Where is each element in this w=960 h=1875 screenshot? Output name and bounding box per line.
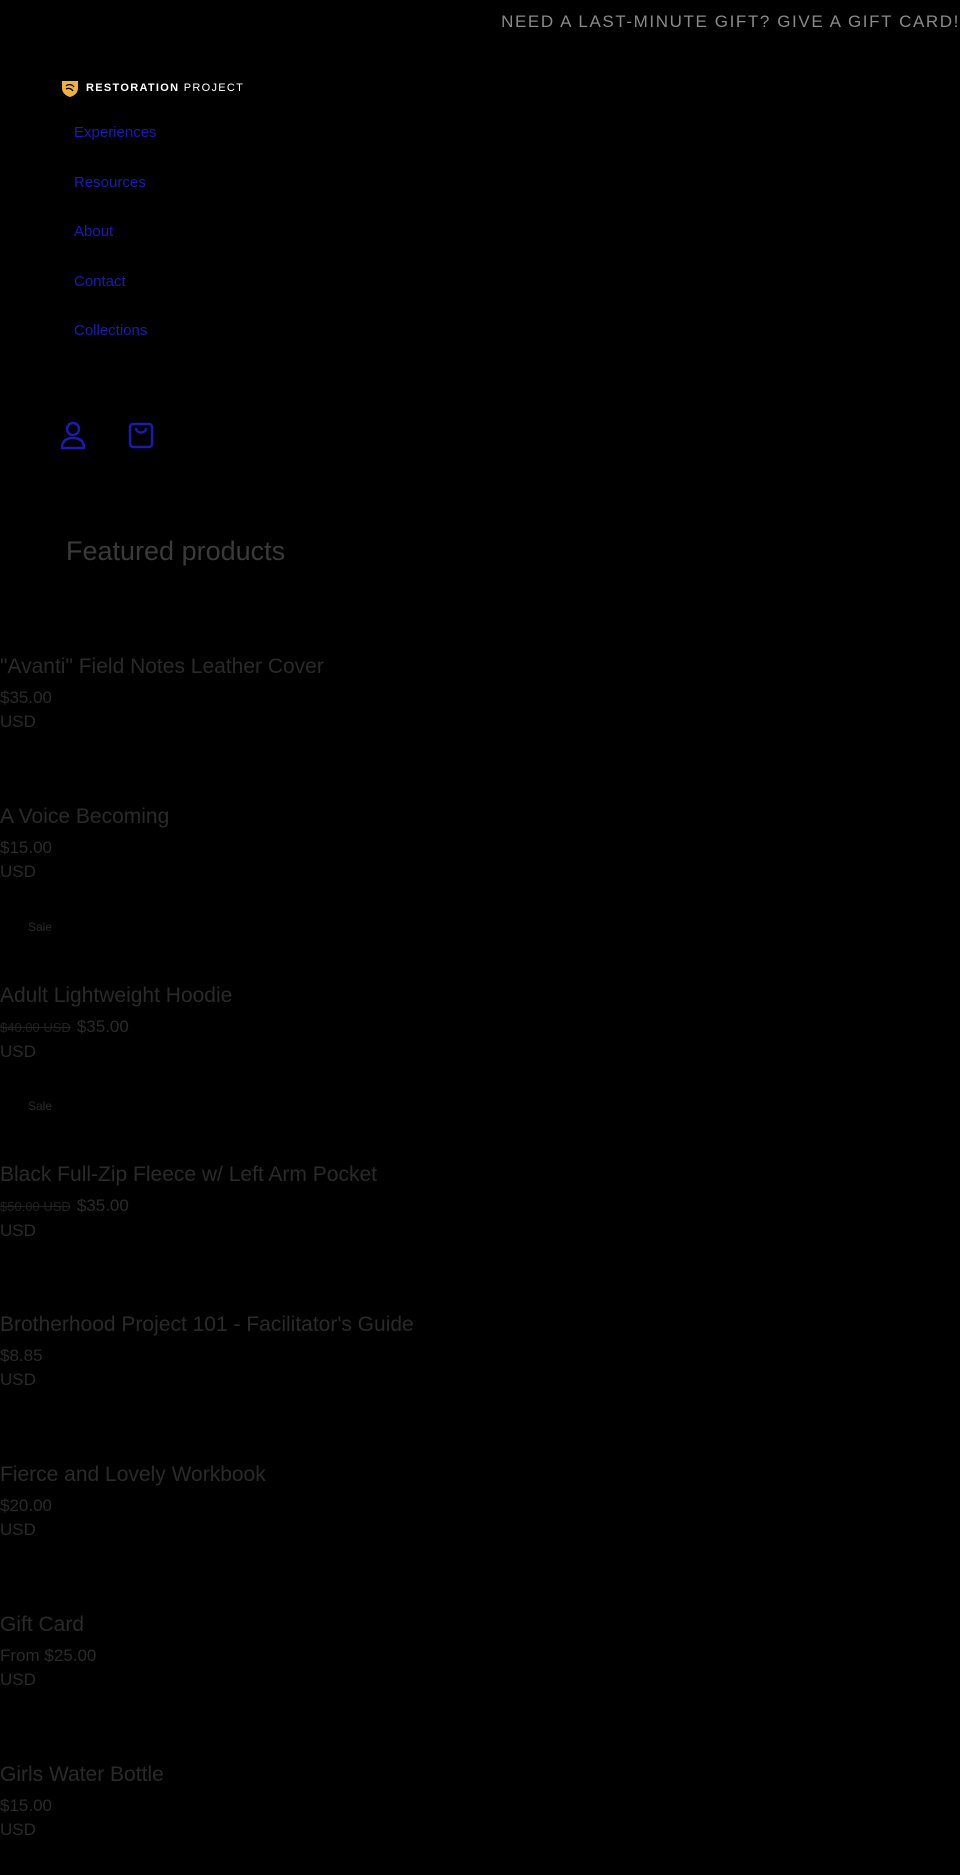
product-price: $20.00 [0, 1493, 960, 1518]
header-icons [60, 420, 154, 450]
product-card[interactable]: Brotherhood Project 101 - Facilitator's … [0, 1311, 960, 1392]
price-value: $15.00 [0, 838, 52, 857]
price-currency: USD [0, 1820, 36, 1839]
price-value: $35.00 [0, 688, 52, 707]
price-currency: USD [0, 862, 36, 881]
price-currency: USD [0, 1042, 36, 1061]
product-card[interactable]: "Avanti" Field Notes Leather Cover $35.0… [0, 653, 960, 734]
product-title[interactable]: A Voice Becoming [0, 803, 960, 831]
product-card[interactable]: Girls Water Bottle $15.00 USD [0, 1761, 960, 1842]
price-currency: USD [0, 1520, 36, 1539]
logo-mark-icon [62, 81, 78, 97]
section-title: Featured products [66, 536, 286, 566]
product-title[interactable]: Brotherhood Project 101 - Facilitator's … [0, 1311, 960, 1339]
nav-item-about[interactable]: About [74, 218, 157, 268]
product-card[interactable]: Sale Black Full-Zip Fleece w/ Left Arm P… [0, 1099, 960, 1243]
product-title[interactable]: Black Full-Zip Fleece w/ Left Arm Pocket [0, 1161, 960, 1189]
sale-badge: Sale [28, 920, 53, 934]
product-price: $35.00 [0, 685, 960, 710]
product-card[interactable]: A Voice Becoming $15.00 USD [0, 803, 960, 884]
main-nav: Experiences Resources About Contact Coll… [74, 119, 157, 367]
site-logo[interactable]: RESTORATION PROJECT [60, 78, 244, 98]
sale-price: $35.00 [76, 1017, 129, 1036]
product-card[interactable]: Fierce and Lovely Workbook $20.00 USD [0, 1461, 960, 1542]
product-title[interactable]: "Avanti" Field Notes Leather Cover [0, 653, 960, 681]
nav-item-experiences[interactable]: Experiences [74, 119, 157, 169]
product-card[interactable]: Gift Card From $25.00 USD [0, 1611, 960, 1692]
price-value: $8.85 [0, 1346, 43, 1365]
nav-item-contact[interactable]: Contact [74, 268, 157, 318]
product-title[interactable]: Fierce and Lovely Workbook [0, 1461, 960, 1489]
original-price: $40.00 USD [0, 1020, 71, 1035]
product-price: $15.00 [0, 835, 960, 860]
price-value: $15.00 [0, 1796, 52, 1815]
product-price: $15.00 [0, 1793, 960, 1818]
sale-badge: Sale [28, 1099, 53, 1113]
cart-icon[interactable] [128, 420, 154, 450]
nav-item-resources[interactable]: Resources [74, 169, 157, 219]
product-price: $50.00 USD $35.00 [0, 1193, 960, 1219]
product-title[interactable]: Gift Card [0, 1611, 960, 1639]
announcement-bar[interactable]: NEED A LAST-MINUTE GIFT? GIVE A GIFT CAR… [501, 12, 960, 32]
product-price: From $25.00 [0, 1643, 960, 1668]
price-currency: USD [0, 712, 36, 731]
product-card[interactable]: Sale Adult Lightweight Hoodie $40.00 USD… [0, 920, 960, 1064]
price-currency: USD [0, 1670, 36, 1689]
nav-item-collections[interactable]: Collections [74, 317, 157, 367]
price-currency: USD [0, 1221, 36, 1240]
logo-wordmark-bold: RESTORATION [86, 82, 180, 94]
product-price: $8.85 [0, 1343, 960, 1368]
price-value: $20.00 [0, 1496, 52, 1515]
logo-wordmark: RESTORATION PROJECT [86, 82, 244, 94]
account-icon[interactable] [60, 420, 86, 450]
sale-price: $35.00 [76, 1196, 129, 1215]
price-value: From $25.00 [0, 1646, 97, 1665]
product-title[interactable]: Girls Water Bottle [0, 1761, 960, 1789]
logo-wordmark-light: PROJECT [183, 82, 245, 94]
product-title[interactable]: Adult Lightweight Hoodie [0, 982, 960, 1010]
price-currency: USD [0, 1370, 36, 1389]
original-price: $50.00 USD [0, 1199, 71, 1214]
product-price: $40.00 USD $35.00 [0, 1014, 960, 1040]
